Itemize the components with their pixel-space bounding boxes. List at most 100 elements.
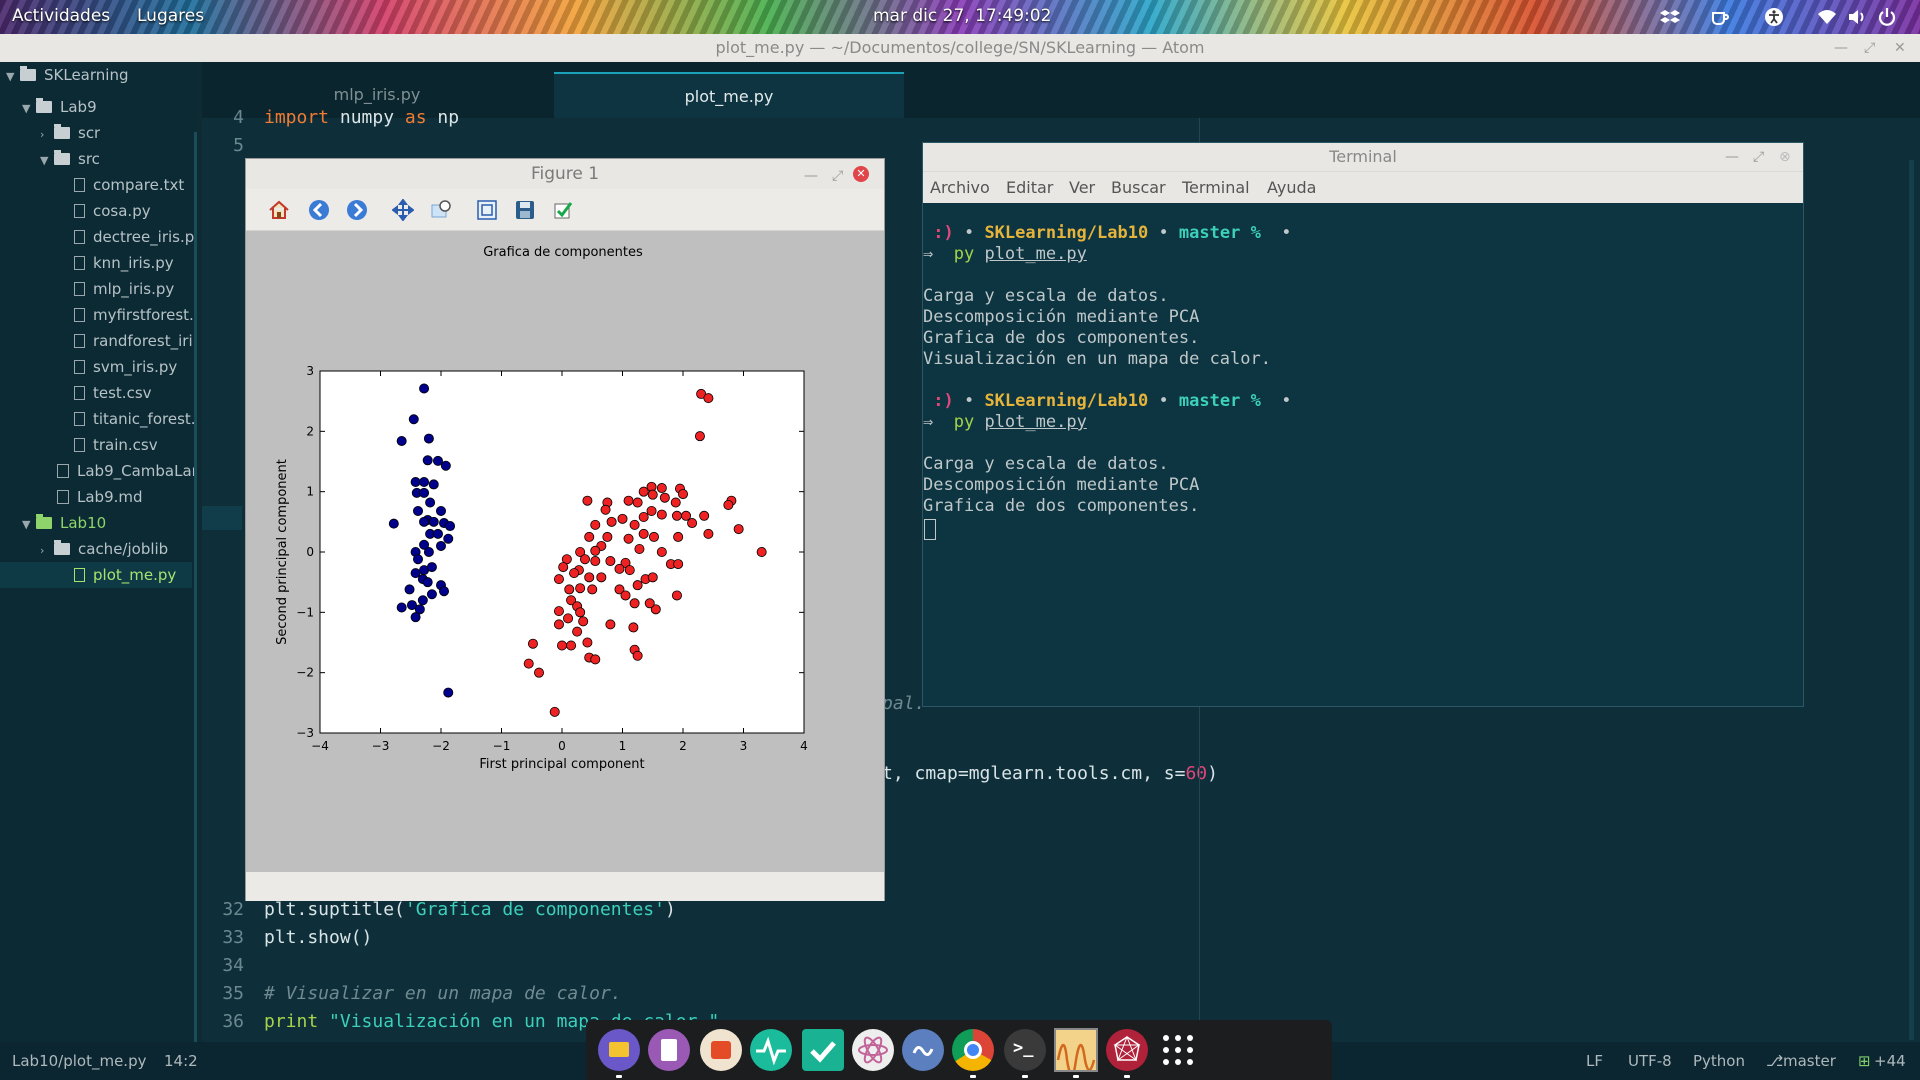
tree-file[interactable]: test.csv xyxy=(74,380,194,406)
editor-scrollbar[interactable] xyxy=(1909,160,1914,1040)
data-point-class-0 xyxy=(422,577,433,588)
molecule-app-icon[interactable] xyxy=(1106,1029,1148,1071)
tree-file[interactable]: train.csv xyxy=(74,432,194,458)
running-indicator xyxy=(970,1075,976,1078)
menu-archivo[interactable]: Archivo xyxy=(930,178,990,197)
wifi-icon[interactable] xyxy=(1817,7,1837,27)
tree-file[interactable]: compare.txt xyxy=(74,172,194,198)
caffeine-icon[interactable] xyxy=(1710,7,1730,27)
prompt-line: :) • SKLearning/Lab10 • master % • xyxy=(923,391,1292,411)
tree-file-selected[interactable]: plot_me.py xyxy=(0,562,192,588)
system-monitor-icon[interactable] xyxy=(750,1029,792,1071)
data-point-class-1 xyxy=(590,519,601,530)
figure-window[interactable]: Figure 1 — ⤢ ✕ Grafica de componentes −4… xyxy=(245,158,885,901)
data-point-class-1 xyxy=(703,528,714,539)
status-file-path[interactable]: Lab10/plot_me.py xyxy=(12,1052,146,1070)
tree-file[interactable]: dectree_iris.p xyxy=(74,224,194,250)
data-point-class-0 xyxy=(404,584,415,595)
dropbox-icon[interactable] xyxy=(1660,7,1680,27)
status-grammar[interactable]: Python xyxy=(1693,1052,1745,1070)
data-point-class-1 xyxy=(646,505,657,516)
pan-icon[interactable] xyxy=(390,197,416,223)
terminal-icon[interactable]: >_ xyxy=(1004,1029,1046,1071)
tree-item-cache[interactable]: › cache/joblib xyxy=(40,536,168,562)
app-grid-icon[interactable] xyxy=(1160,1032,1196,1068)
forward-icon[interactable] xyxy=(344,197,370,223)
scatter-plot[interactable]: Grafica de componentes −4 −3 −2 −1 0 1 2 3 4−3−2… xyxy=(246,231,884,872)
data-point-class-1 xyxy=(590,556,601,567)
terminal-output[interactable]: :) • SKLearning/Lab10 • master % • ⇒ py … xyxy=(923,203,1803,706)
subplots-icon[interactable] xyxy=(474,197,500,223)
menu-ayuda[interactable]: Ayuda xyxy=(1267,178,1316,197)
file-icon xyxy=(74,438,85,452)
menu-terminal[interactable]: Terminal xyxy=(1182,178,1250,197)
chrome-icon[interactable] xyxy=(952,1029,994,1071)
tree-view: ▼ SKLearning ▼ Lab9 › scr ▼ src compare.txt … xyxy=(0,62,197,1076)
tree-scrollbar[interactable] xyxy=(194,132,197,1076)
figure-app-icon[interactable] xyxy=(1054,1028,1098,1077)
status-line-ending[interactable]: LF xyxy=(1586,1052,1603,1070)
maximize-icon[interactable]: ⤢ xyxy=(1864,34,1875,62)
data-point-class-1 xyxy=(579,554,590,565)
home-icon[interactable] xyxy=(266,197,292,223)
data-point-class-1 xyxy=(558,562,569,573)
tasks-icon[interactable] xyxy=(802,1029,844,1071)
minimize-icon[interactable]: — xyxy=(1834,34,1848,62)
menu-buscar[interactable]: Buscar xyxy=(1111,178,1166,197)
data-point-class-1 xyxy=(563,613,574,624)
file-icon xyxy=(74,308,85,322)
tree-file[interactable]: randforest_iri xyxy=(74,328,194,354)
tab-plot-me[interactable]: plot_me.py xyxy=(554,72,904,118)
close-icon[interactable]: ⊗ xyxy=(1779,143,1791,171)
tree-file[interactable]: Lab9.md xyxy=(57,484,194,510)
close-icon[interactable]: ✕ xyxy=(1894,34,1906,62)
tree-file[interactable]: cosa.py xyxy=(74,198,194,224)
text-editor-icon[interactable] xyxy=(648,1029,690,1071)
chevron-down-icon: ▼ xyxy=(22,102,31,115)
tree-item-lab10[interactable]: ▼ Lab10 xyxy=(22,510,106,536)
output-line: Descomposición mediante PCA xyxy=(923,307,1200,327)
tree-file[interactable]: Lab9_CambaLan xyxy=(57,458,194,484)
save-icon[interactable] xyxy=(512,197,538,223)
zoom-icon[interactable] xyxy=(428,197,454,223)
close-icon[interactable]: ✕ xyxy=(853,166,869,182)
software-store-icon[interactable] xyxy=(700,1029,742,1071)
places-menu[interactable]: Lugares xyxy=(137,6,204,26)
tree-file[interactable]: knn_iris.py xyxy=(74,250,194,276)
tree-file[interactable]: svm_iris.py xyxy=(74,354,194,380)
files-icon[interactable] xyxy=(598,1029,640,1071)
tree-file[interactable]: titanic_forest. xyxy=(74,406,194,432)
tree-file[interactable]: myfirstforest. xyxy=(74,302,194,328)
tree-file[interactable]: mlp_iris.py xyxy=(74,276,194,302)
maximize-icon[interactable]: ⤢ xyxy=(1753,143,1764,171)
tree-item-src[interactable]: ▼ src xyxy=(40,146,100,172)
activities-button[interactable]: Actividades xyxy=(12,6,110,26)
anydesk-icon[interactable] xyxy=(902,1029,944,1071)
atom-icon[interactable] xyxy=(852,1029,894,1071)
volume-icon[interactable] xyxy=(1847,7,1867,27)
minimize-icon[interactable]: — xyxy=(804,161,818,191)
running-indicator xyxy=(1022,1075,1028,1078)
maximize-icon[interactable]: ⤢ xyxy=(832,161,843,191)
edit-icon[interactable] xyxy=(550,197,576,223)
data-point-class-1 xyxy=(549,706,560,717)
status-encoding[interactable]: UTF-8 xyxy=(1628,1052,1672,1070)
terminal-window[interactable]: Terminal — ⤢ ⊗ Archivo Editar Ver Buscar… xyxy=(922,142,1804,707)
minimize-icon[interactable]: — xyxy=(1725,143,1739,171)
menu-ver[interactable]: Ver xyxy=(1069,178,1095,197)
tree-item-scr[interactable]: › scr xyxy=(40,120,100,146)
menu-editar[interactable]: Editar xyxy=(1006,178,1053,197)
status-cursor-position[interactable]: 14:2 xyxy=(164,1052,198,1070)
accessibility-icon[interactable] xyxy=(1764,7,1784,27)
data-point-class-1 xyxy=(523,658,534,669)
status-branch[interactable]: master xyxy=(1783,1052,1836,1070)
x-tick-label: 3 xyxy=(740,739,748,753)
power-icon[interactable] xyxy=(1877,7,1897,27)
figure-status-bar xyxy=(246,872,884,901)
tree-item-lab9[interactable]: ▼ Lab9 xyxy=(22,94,97,120)
clock[interactable]: mar dic 27, 17:49:02 xyxy=(873,6,1051,26)
tree-root[interactable]: ▼ SKLearning xyxy=(6,62,128,88)
back-icon[interactable] xyxy=(306,197,332,223)
status-changes[interactable]: +44 xyxy=(1874,1052,1906,1070)
data-point-class-0 xyxy=(417,595,428,606)
